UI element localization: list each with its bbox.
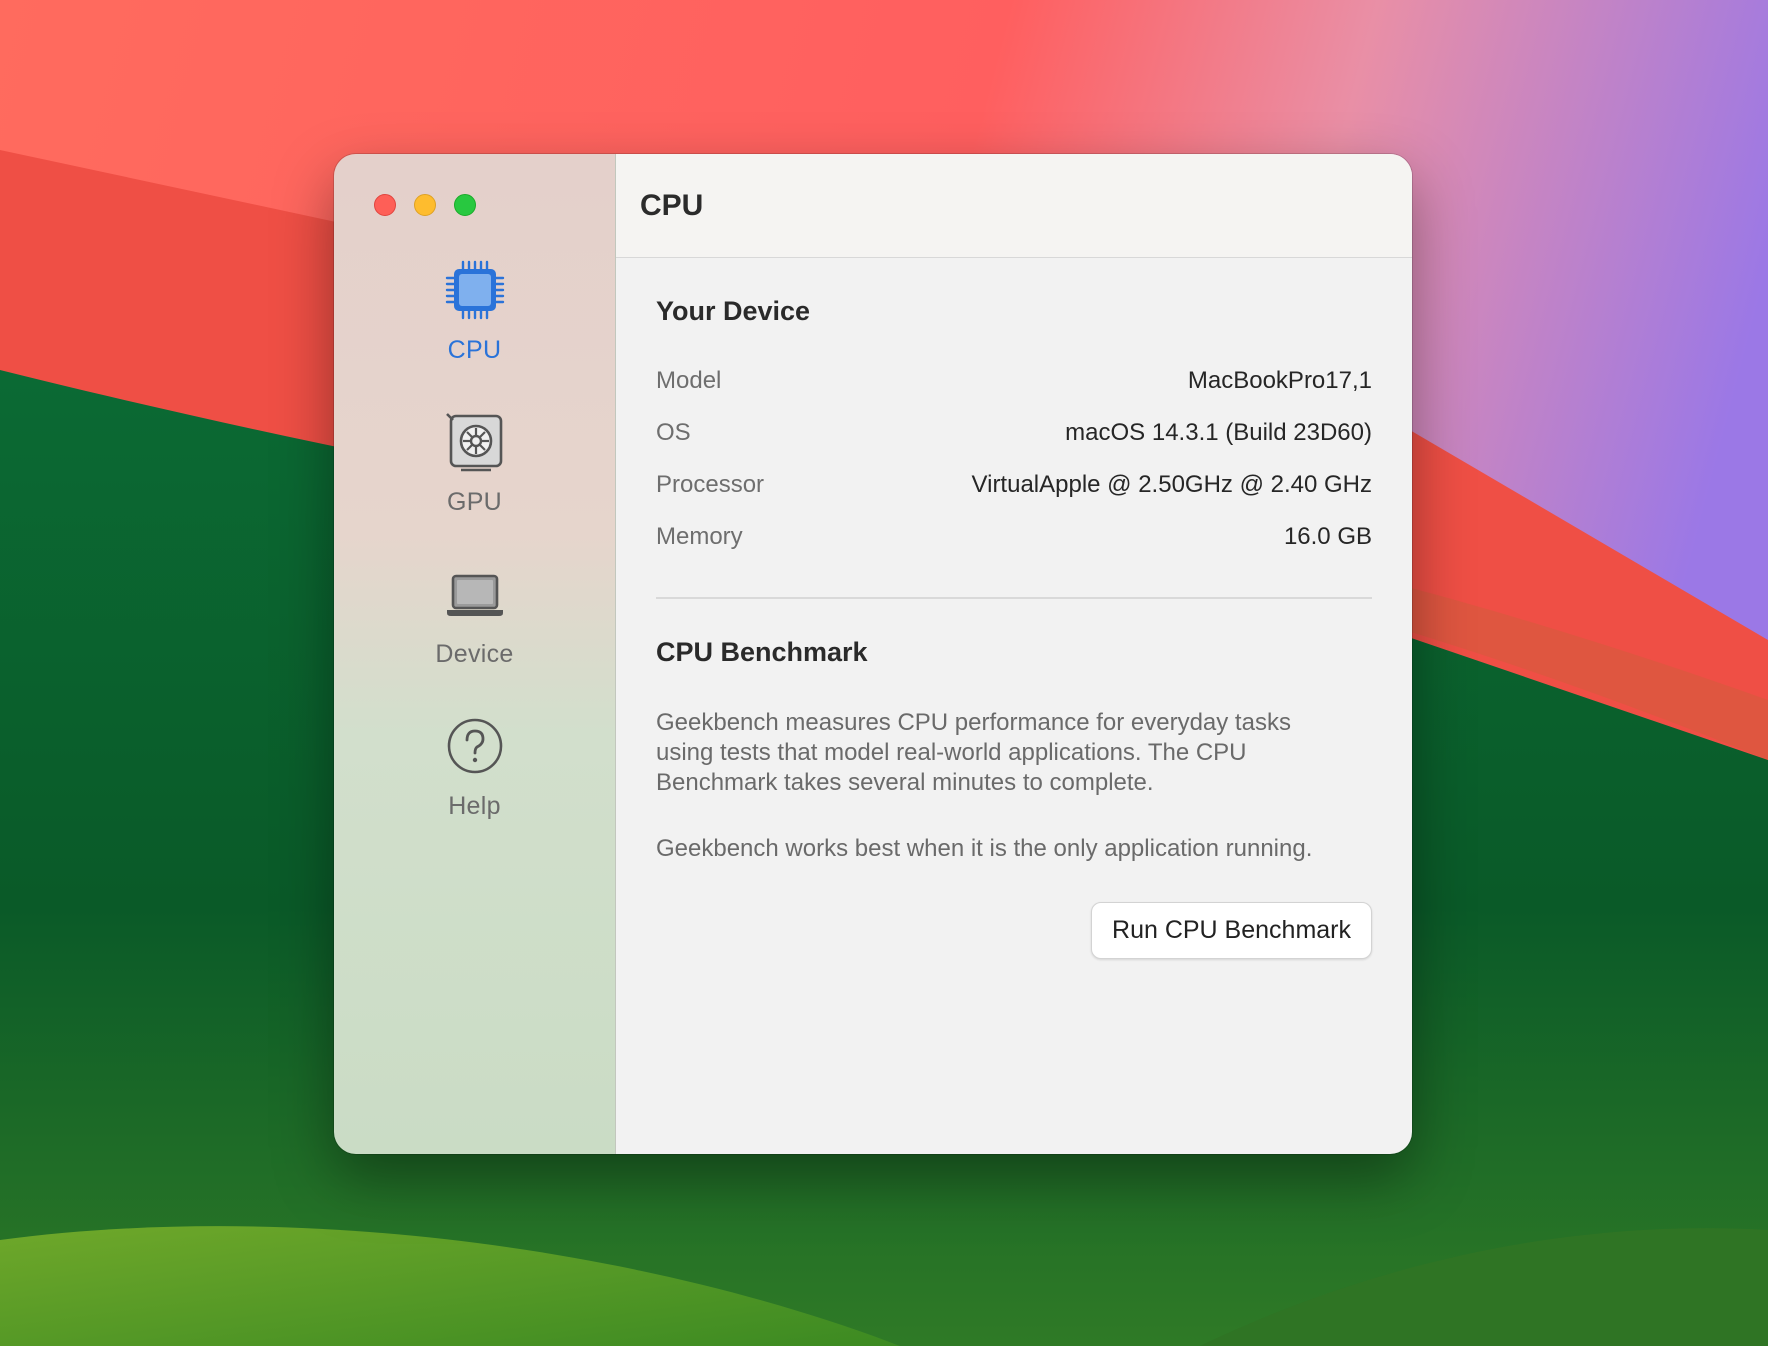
main-pane: CPU Your Device Model MacBookPro17,1 OS … <box>616 154 1412 1154</box>
window-controls <box>374 194 476 216</box>
content: Your Device Model MacBookPro17,1 OS macO… <box>616 258 1412 959</box>
info-value: VirtualApple @ 2.50GHz @ 2.40 GHz <box>971 471 1372 498</box>
benchmark-description: Geekbench measures CPU performance for e… <box>656 709 1291 796</box>
app-window: CPU GPU Device Help CPU Your Device Mode… <box>334 154 1412 1154</box>
section-title: Your Device <box>656 296 811 326</box>
sidebar-item-device[interactable]: Device <box>334 562 615 714</box>
sidebar-item-label: GPU <box>446 488 503 516</box>
benchmark-section: CPU Benchmark Geekbench measures CPU per… <box>656 599 1372 959</box>
benchmark-note: Geekbench works best when it is the only… <box>656 835 1313 862</box>
info-row-os: OS macOS 14.3.1 (Build 23D60) <box>656 407 1372 459</box>
sidebar-item-label: Help <box>448 792 501 820</box>
sidebar: CPU GPU Device Help <box>334 154 616 1154</box>
info-value: macOS 14.3.1 (Build 23D60) <box>1065 419 1372 446</box>
cpu-chip-icon <box>443 258 507 322</box>
zoom-button[interactable] <box>454 194 476 216</box>
page-title: CPU <box>640 188 704 222</box>
sidebar-item-help[interactable]: Help <box>334 714 615 866</box>
sidebar-item-label: Device <box>435 640 514 668</box>
sidebar-item-cpu[interactable]: CPU <box>334 258 615 410</box>
run-cpu-benchmark-button[interactable]: Run CPU Benchmark <box>1091 902 1372 959</box>
toolbar: CPU <box>616 154 1412 258</box>
device-section: Your Device Model MacBookPro17,1 OS macO… <box>656 258 1372 599</box>
gpu-card-icon <box>443 410 507 474</box>
info-key: Memory <box>656 523 743 550</box>
info-row-memory: Memory 16.0 GB <box>656 511 1372 563</box>
info-value: MacBookPro17,1 <box>1187 367 1372 394</box>
section-title: CPU Benchmark <box>656 637 868 667</box>
info-key: Model <box>656 367 722 394</box>
minimize-button[interactable] <box>414 194 436 216</box>
info-key: Processor <box>656 471 765 498</box>
info-key: OS <box>656 419 691 446</box>
laptop-icon <box>443 562 507 626</box>
sidebar-item-gpu[interactable]: GPU <box>334 410 615 562</box>
sidebar-nav: CPU GPU Device Help <box>334 258 615 866</box>
info-row-model: Model MacBookPro17,1 <box>656 355 1372 407</box>
info-row-processor: Processor VirtualApple @ 2.50GHz @ 2.40 … <box>656 459 1372 511</box>
info-value: 16.0 GB <box>1283 523 1372 550</box>
question-circle-icon <box>443 714 507 778</box>
button-row: Run CPU Benchmark <box>656 902 1372 959</box>
close-button[interactable] <box>374 194 396 216</box>
device-info-list: Model MacBookPro17,1 OS macOS 14.3.1 (Bu… <box>656 355 1372 563</box>
sidebar-item-label: CPU <box>447 336 502 364</box>
